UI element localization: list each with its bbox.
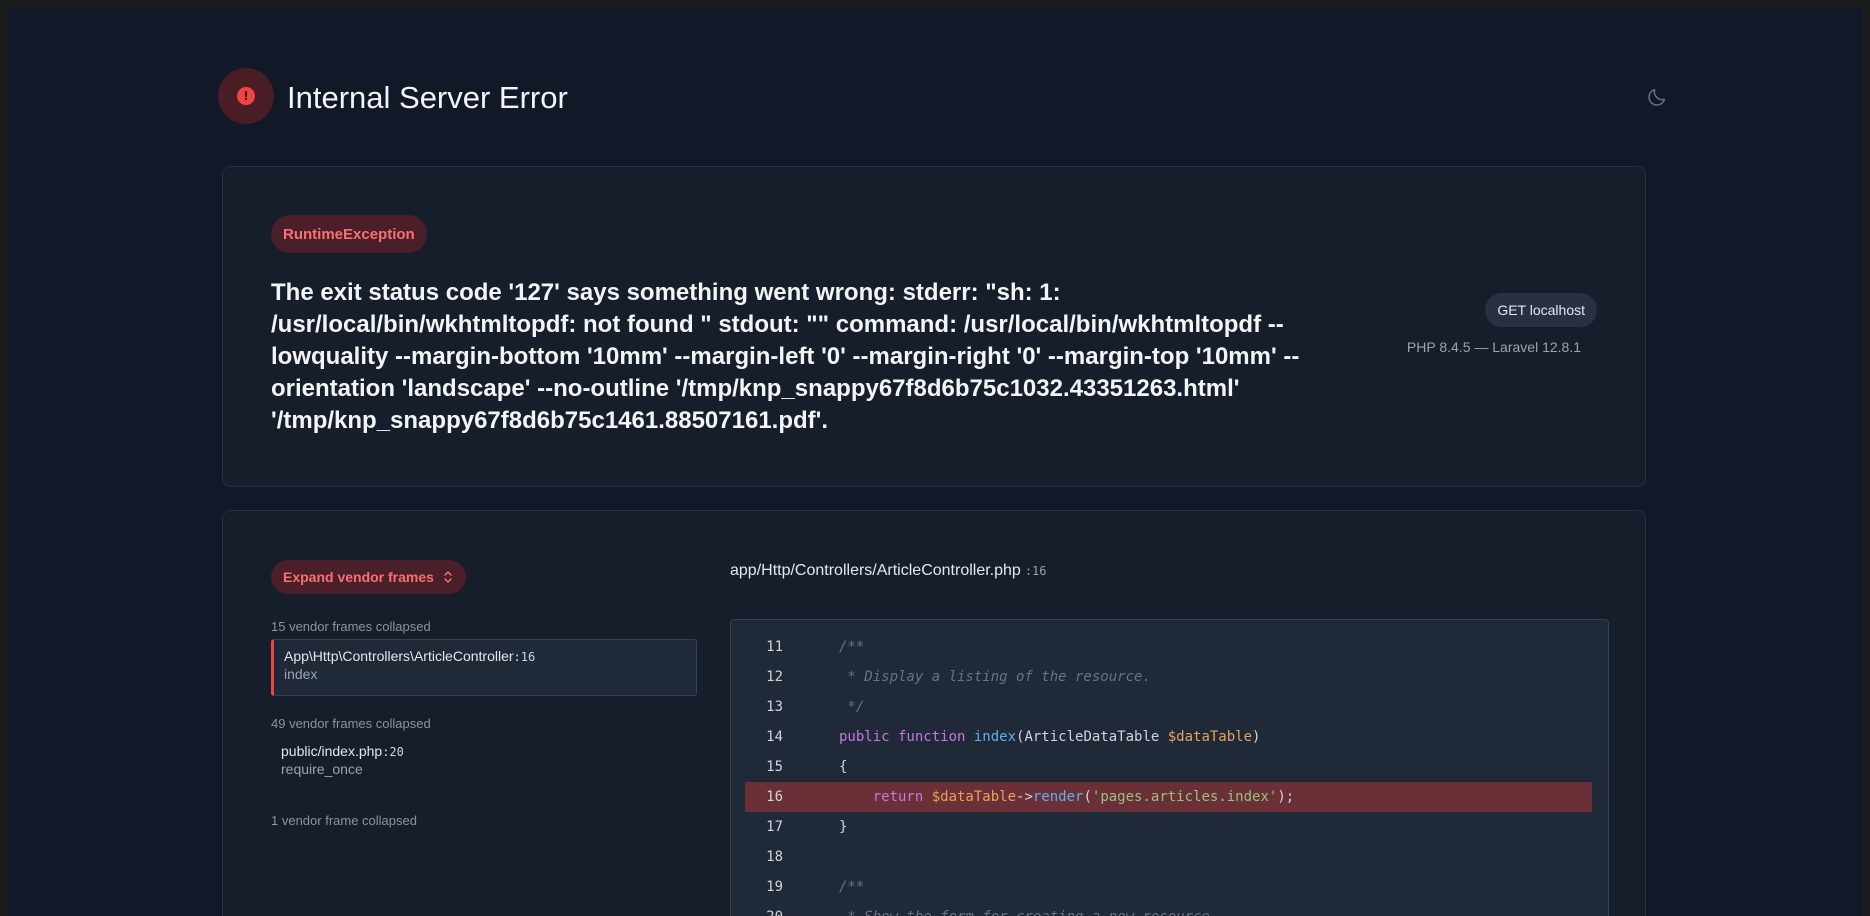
vendor-frames-collapsed-note[interactable]: 1 vendor frame collapsed [271, 813, 417, 828]
line-number: 14 [766, 729, 783, 745]
stack-frame[interactable]: App\Http\Controllers\ArticleController:1… [271, 639, 697, 696]
page-title: Internal Server Error [287, 80, 568, 115]
moon-icon[interactable] [1646, 86, 1668, 108]
code-line: 19 /** [745, 872, 1592, 902]
code-token: $dataTable [1167, 729, 1253, 745]
frame-line: :20 [382, 745, 404, 759]
exception-message: The exit status code '127' says somethin… [271, 279, 1300, 434]
code-token: } [839, 819, 848, 835]
expand-vendor-frames-button[interactable]: Expand vendor frames [271, 560, 466, 594]
code-token: { [839, 759, 848, 775]
error-icon: ! [218, 68, 274, 124]
code-line: 20 * Show the form for creating a new re… [745, 902, 1592, 916]
line-source: return $dataTable->render('pages.article… [839, 782, 1294, 812]
line-number: 19 [766, 879, 783, 895]
code-token: (ArticleDataTable [1016, 729, 1168, 745]
stack-trace-card: Expand vendor frames 15 vendor frames co… [222, 510, 1646, 916]
code-token: public function [839, 729, 974, 745]
frame-function: index [284, 666, 318, 682]
frame-class: App\Http\Controllers\ArticleController [284, 648, 514, 664]
exception-card: RuntimeException The exit status code '1… [222, 166, 1646, 487]
code-token: ); [1277, 789, 1295, 805]
line-source: * Display a listing of the resource. [839, 662, 1151, 692]
file-name: app/Http/Controllers/ArticleController.p… [730, 562, 1021, 579]
version-info: PHP 8.4.5 — Laravel 12.8.1 [1406, 339, 1581, 355]
code-token: render [1032, 789, 1084, 805]
frame-class: public/index.php [281, 743, 383, 759]
code-line: 18 [745, 842, 1592, 872]
line-number: 15 [766, 759, 783, 775]
line-number: 18 [766, 849, 783, 865]
line-source: { [839, 752, 847, 782]
exclamation-icon: ! [237, 87, 255, 105]
line-source: /** [839, 872, 864, 902]
exception-class-badge: RuntimeException [271, 215, 427, 253]
line-number: 13 [766, 699, 783, 715]
code-token: -> [1016, 789, 1033, 805]
code-token: ) [1252, 729, 1261, 745]
frame-function: require_once [281, 761, 363, 777]
code-token: 'pages.articles.index' [1091, 789, 1278, 805]
code-token: $dataTable [931, 789, 1017, 805]
code-token: * Show the form for creating a new resou… [839, 909, 1218, 916]
vendor-frames-collapsed-note[interactable]: 15 vendor frames collapsed [271, 619, 431, 634]
request-badge: GET localhost [1485, 293, 1597, 327]
code-line: 11 /** [745, 632, 1592, 662]
code-token: index [973, 729, 1017, 745]
line-number: 17 [766, 819, 783, 835]
chevron-up-down-icon [444, 571, 452, 583]
code-file-path: app/Http/Controllers/ArticleController.p… [730, 562, 1047, 580]
code-token: ( [1083, 789, 1092, 805]
line-number: 12 [766, 669, 783, 685]
line-source: public function index(ArticleDataTable $… [839, 722, 1260, 752]
code-token: /** [839, 879, 865, 895]
code-line: 14 public function index(ArticleDataTable… [745, 722, 1592, 752]
code-token: */ [839, 699, 865, 715]
frame-line: :16 [513, 650, 536, 664]
code-viewer[interactable]: 11 /** 12 * Display a listing of the resou… [730, 619, 1609, 916]
vendor-frames-collapsed-note[interactable]: 49 vendor frames collapsed [271, 716, 431, 731]
line-number: 11 [766, 639, 783, 655]
stack-frame[interactable]: public/index.php:20 require_once [271, 735, 697, 785]
line-source: * Show the form for creating a new resou… [839, 902, 1218, 916]
code-line: 16 return $dataTable->render('pages.arti… [745, 782, 1592, 812]
code-line: 13 */ [745, 692, 1592, 722]
code-token: /** [839, 639, 865, 655]
file-line: :16 [1024, 564, 1047, 578]
line-source: } [839, 812, 847, 842]
line-source: /** [839, 632, 864, 662]
page-header: ! Internal Server Error [218, 68, 1668, 138]
page: ! Internal Server Error RuntimeException… [8, 8, 1862, 916]
line-source: */ [839, 692, 864, 722]
line-number: 20 [745, 902, 783, 916]
code-token: * Display a listing of the resource. [839, 669, 1151, 685]
line-number: 16 [766, 789, 783, 805]
expand-vendor-frames-label: Expand vendor frames [283, 569, 434, 585]
code-line: 17} [745, 812, 1592, 842]
code-line: 15 { [745, 752, 1592, 782]
code-token: return [839, 789, 932, 805]
code-line: 12 * Display a listing of the resource. [745, 662, 1592, 692]
